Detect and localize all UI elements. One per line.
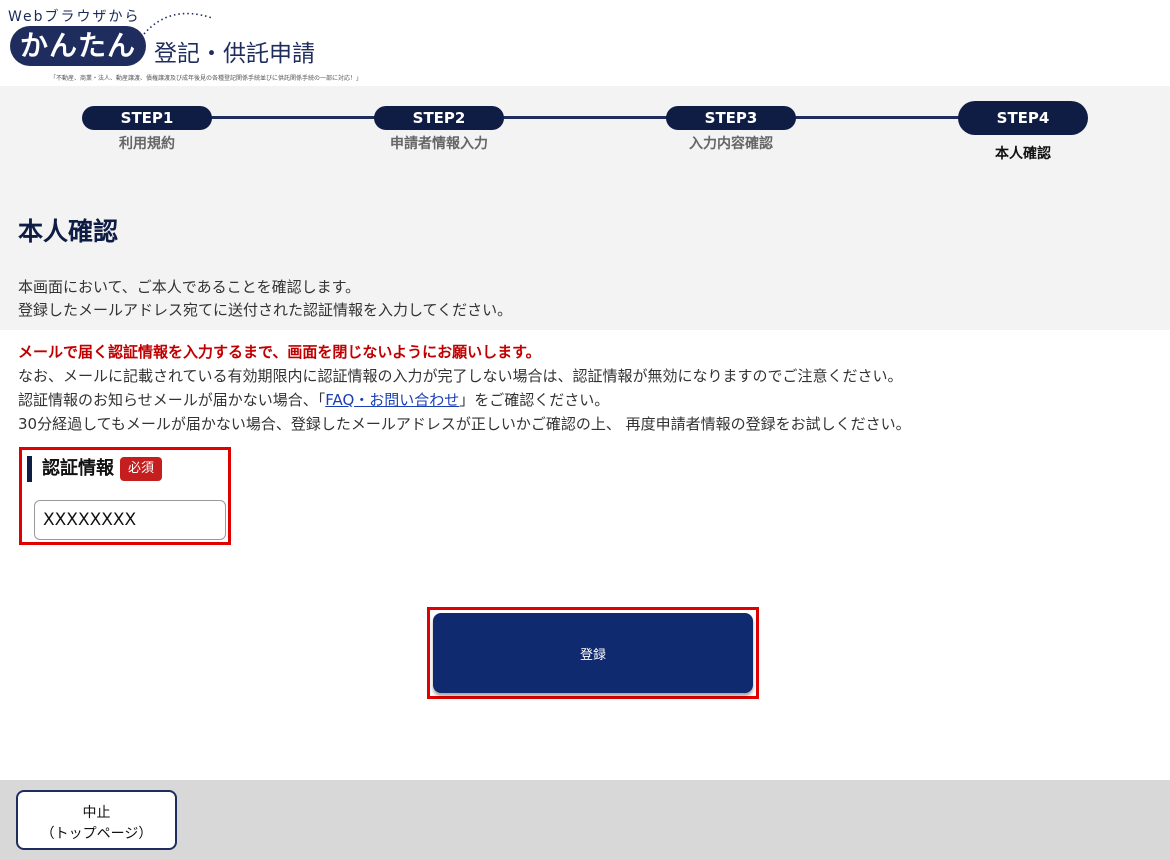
intro-text: 本画面において、ご本人であることを確認します。 登録したメールアドレス宛てに送付… [18,276,512,322]
step-label: 申請者情報入力 [390,136,488,152]
register-button[interactable]: 登録 [433,613,753,693]
auth-info-label-text: 認証情報 [42,458,114,479]
progress-line [147,116,1022,119]
notice-text: メールで届く認証情報を入力するまで、画面を閉じないようにお願いします。 なお、メ… [18,340,911,436]
required-badge: 必須 [120,457,163,481]
logo-dots-decoration [143,12,213,35]
auth-info-label: 認証情報 必須 [27,456,163,482]
step-pill: STEP2 [374,106,504,130]
logo-tagline: Webブラウザから [8,9,141,25]
footer-bar: 中止 （トップページ） [0,780,1170,860]
step-4-current: STEP4 本人確認 [958,101,1088,163]
logo-subtitle: 「不動産、商業・法人、動産譲渡、債権譲渡及び成年後見の各種登記関係手続並びに供託… [50,75,363,82]
step-label: 入力内容確認 [689,136,773,152]
faq-link[interactable]: FAQ・お問い合わせ [325,391,459,409]
notice-line-prefix: 認証情報のお知らせメールが届かない場合、「 [18,391,326,409]
cancel-sublabel: （トップページ） [40,826,153,842]
notice-line: 認証情報のお知らせメールが届かない場合、「FAQ・お問い合わせ」をご確認ください… [18,388,911,412]
step-label: 利用規約 [119,136,175,152]
step-3: STEP3 入力内容確認 [666,106,796,153]
step-pill: STEP1 [82,106,212,130]
intro-line: 本画面において、ご本人であることを確認します。 [18,278,361,296]
logo-title: 登記・供託申請 [154,41,315,67]
step-label: 本人確認 [995,146,1051,162]
logo-kantan: かんたん [10,26,147,66]
auth-info-input[interactable] [34,500,226,540]
page-title: 本人確認 [18,217,119,246]
step-1: STEP1 利用規約 [82,106,212,153]
cancel-label: 中止 [82,805,111,821]
notice-line: 30分経過してもメールが届かない場合、登録したメールアドレスが正しいかご確認の上… [18,415,911,433]
cancel-top-page-button[interactable]: 中止 （トップページ） [16,790,177,850]
intro-line: 登録したメールアドレス宛てに送付された認証情報を入力してください。 [18,301,513,319]
notice-line: なお、メールに記載されている有効期限内に認証情報の入力が完了しない場合は、認証情… [18,367,903,385]
site-header: Webブラウザから かんたん 登記・供託申請 「不動産、商業・法人、動産譲渡、債… [0,0,1170,86]
notice-line-suffix: 」をご確認ください。 [459,391,610,409]
auth-info-field-highlight: 認証情報 必須 [19,447,231,545]
step-pill: STEP3 [666,106,796,130]
register-button-highlight: 登録 [427,607,759,699]
step-pill: STEP4 [958,101,1088,135]
warning-text: メールで届く認証情報を入力するまで、画面を閉じないようにお願いします。 [18,343,541,361]
step-2: STEP2 申請者情報入力 [374,106,504,153]
main-gray-section: STEP1 利用規約 STEP2 申請者情報入力 STEP3 入力内容確認 ST… [0,86,1170,330]
